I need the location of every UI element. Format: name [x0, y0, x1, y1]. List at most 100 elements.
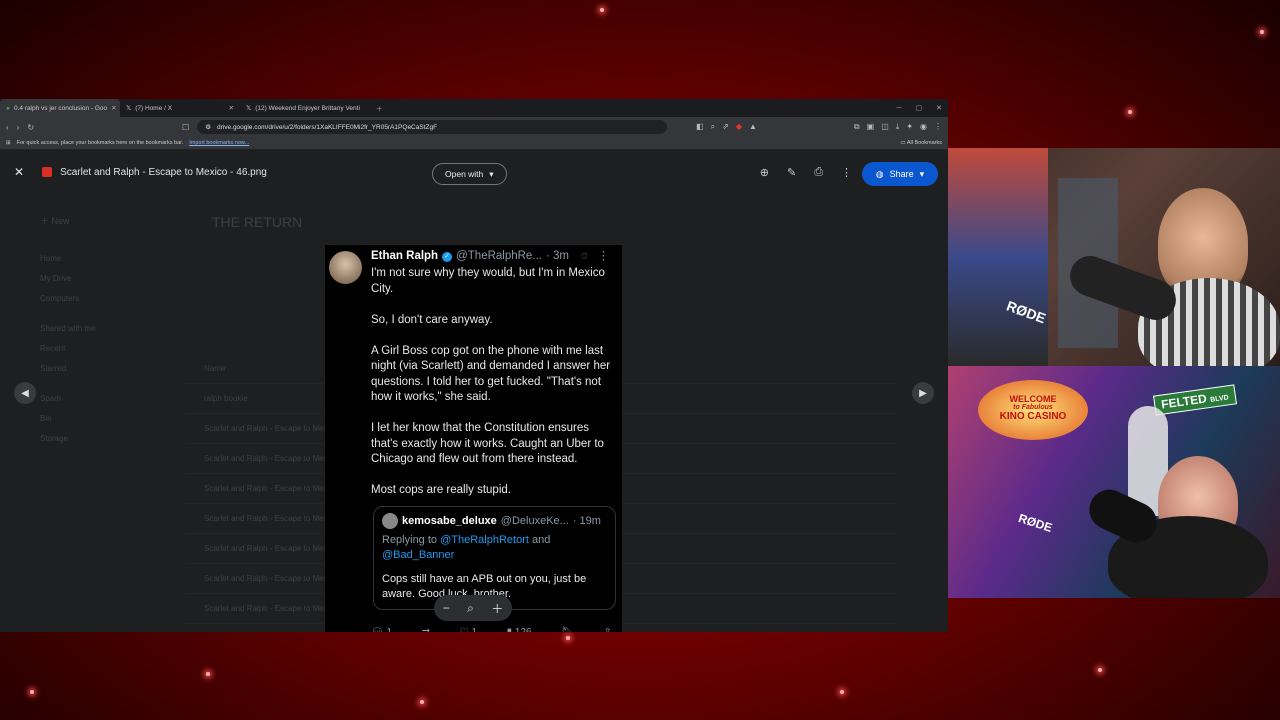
open-with-label: Open with [445, 169, 484, 179]
extension-icon[interactable]: ◆ [736, 122, 742, 132]
url-field[interactable]: ⚙ drive.google.com/drive/u/2/folders/1Xa… [197, 120, 668, 134]
tweet-paragraph: I'm not sure why they would, but I'm in … [371, 267, 605, 295]
minimize-icon[interactable]: ─ [897, 105, 902, 112]
address-bar-row: ‹ › ↻ ☐ ⚙ drive.google.com/drive/u/2/fol… [0, 117, 948, 137]
all-bookmarks-button[interactable]: ▭ All Bookmarks [900, 140, 942, 146]
apps-grid-icon[interactable]: ⊞ [6, 140, 11, 146]
comment-icon[interactable]: ✎ [787, 166, 796, 179]
street-sign: FELTED BLVD [1153, 384, 1237, 416]
heart-icon: ♡ [460, 627, 469, 632]
casino-sign: WELCOME to Fabulous KINO CASINO [978, 380, 1088, 440]
bookmarks-prompt: For quick access, place your bookmarks h… [16, 140, 184, 146]
share-page-icon[interactable]: ⇗ [722, 122, 729, 132]
quote-header: kemosabe_deluxe @DeluxeKe... · 19m [382, 513, 607, 529]
tab-label: (12) Weekend Enjoyer Brittany Venti [255, 104, 360, 112]
profile-icon[interactable]: ◉ [920, 122, 927, 132]
reload-icon[interactable]: ↻ [27, 123, 34, 132]
share-label: Share [889, 169, 914, 179]
extension-icon[interactable]: ◧ [696, 122, 704, 132]
open-with-button[interactable]: Open with ▾ [432, 163, 507, 185]
tweet-actions: 💬︎ 1 ⇄ ♡ 1 ▮ 126 🔖︎ ⇪ [371, 625, 612, 632]
grok-icon: ◌ [580, 250, 588, 262]
retweet-icon: ⇄ [422, 625, 430, 632]
extension-icon[interactable]: ▲ [749, 122, 757, 132]
viewer-tools: ⊕ ✎ ⎙ ⋮ [760, 166, 852, 179]
quote-time: · 19m [572, 514, 601, 527]
reply-handle: @TheRalphRetort [440, 534, 529, 546]
tweet-paragraph: A Girl Boss cop got on the phone with me… [371, 344, 611, 404]
more-icon: ⋮ [597, 250, 610, 262]
print-icon[interactable]: ⎙ [814, 166, 823, 179]
replying-to: Replying to @TheRalphRetort and @Bad_Ban… [382, 533, 607, 563]
extension-icon[interactable]: ⧉ [854, 122, 860, 132]
sign-fabulous: to Fabulous [1013, 404, 1053, 411]
replying-prefix: Replying to [382, 534, 438, 546]
avatar [382, 513, 398, 529]
chevron-down-icon[interactable]: ▾ [920, 169, 925, 180]
tab-x-post[interactable]: 𝕏 (12) Weekend Enjoyer Brittany Venti [240, 99, 370, 117]
tweet-time: · 3m [545, 250, 569, 262]
extensions-icon[interactable]: ✦ [906, 122, 913, 132]
tweet-paragraph: So, I don't care anyway. [371, 313, 493, 326]
import-bookmarks-link[interactable]: Import bookmarks now... [189, 140, 249, 146]
close-icon[interactable]: ✕ [14, 165, 24, 179]
quote-author-name: kemosabe_deluxe [402, 514, 497, 527]
previous-file-button[interactable]: ◀ [14, 382, 36, 404]
tab-label: (7) Home / X [135, 104, 173, 112]
extension-icon[interactable]: ▣ [867, 122, 875, 132]
menu-icon[interactable]: ⋮ [934, 122, 942, 132]
x-logo-icon: 𝕏 [246, 105, 252, 112]
download-icon[interactable]: ⤓ [896, 122, 900, 132]
window-controls: ─ ▢ ✕ [897, 99, 942, 117]
tweet-paragraph: Most cops are really stupid. [371, 484, 511, 496]
view-count: ▮ 126 [507, 625, 532, 632]
sign-kino: KINO CASINO [999, 411, 1067, 422]
zoom-icon[interactable]: ⌕ [467, 601, 474, 616]
zoom-controls: − ⌕ ＋ [434, 595, 512, 621]
chart-icon: ▮ [507, 627, 513, 632]
back-icon[interactable]: ‹ [6, 123, 9, 132]
bookmarks-bar: ⊞ For quick access, place your bookmarks… [0, 137, 948, 150]
share-icon: ⇪ [604, 625, 612, 632]
drive-icon: ● [6, 104, 10, 112]
webcam-bottom: WELCOME to Fabulous KINO CASINO FELTED B… [948, 366, 1280, 598]
next-file-button[interactable]: ▶ [912, 382, 934, 404]
zoom-icon[interactable]: ⌕ [711, 122, 715, 132]
drive-file-viewer: ＋ New Home My Drive Computers Shared wit… [0, 150, 948, 632]
verified-badge-icon: ✓ [442, 251, 453, 262]
share-button[interactable]: ◍ Share ▾ [862, 162, 938, 186]
new-tab-icon[interactable]: ＋ [376, 103, 383, 113]
sign-welcome: WELCOME [1009, 394, 1057, 404]
close-icon[interactable]: ✕ [229, 104, 234, 112]
reply-icon: 💬︎ [371, 627, 384, 632]
file-title: Scarlet and Ralph - Escape to Mexico - 4… [42, 167, 267, 178]
more-options-icon[interactable]: ⋮ [841, 166, 852, 179]
tab-label: 0.4 ralph vs jer conclusion - Goo [13, 104, 108, 112]
tab-x-home[interactable]: 𝕏 (7) Home / X ✕ [120, 99, 240, 117]
bookmark-icon: 🔖︎ [561, 625, 574, 632]
tweet-body: I'm not sure why they would, but I'm in … [371, 266, 619, 514]
zoom-in-icon[interactable]: ＋ [491, 600, 503, 617]
chevron-down-icon: ▾ [489, 168, 494, 179]
mic-brand: RØDE [1016, 510, 1054, 536]
sidebar-icon[interactable]: ◫ [881, 122, 889, 132]
forward-icon[interactable]: › [17, 123, 20, 132]
tab-drive[interactable]: ● 0.4 ralph vs jer conclusion - Goo ✕ [0, 99, 120, 117]
webcam-top: RØDE [948, 148, 1280, 366]
site-info-icon[interactable]: ⚙ [205, 123, 211, 131]
close-icon[interactable]: ✕ [111, 104, 116, 112]
add-shortcut-icon[interactable]: ⊕ [760, 166, 769, 179]
globe-icon: ◍ [875, 168, 884, 179]
file-title-text: Scarlet and Ralph - Escape to Mexico - 4… [60, 166, 267, 178]
author-handle: @TheRalphRe... [456, 250, 542, 262]
close-window-icon[interactable]: ✕ [936, 104, 942, 112]
bookmark-star-icon[interactable]: ☐ [182, 123, 189, 132]
zoom-out-icon[interactable]: − [443, 601, 450, 615]
all-bookmarks-label: All Bookmarks [906, 140, 942, 146]
reply-count-value: 1 [386, 627, 392, 632]
url-text: drive.google.com/drive/u/2/folders/1XaKL… [217, 123, 438, 131]
maximize-icon[interactable]: ▢ [916, 104, 923, 112]
quote-author-handle: @DeluxeKe... [500, 514, 569, 527]
tweet-image: Ethan Ralph ✓ @TheRalphRe... · 3m ◌ ⋮ I'… [325, 245, 622, 632]
x-logo-icon: 𝕏 [126, 105, 132, 112]
